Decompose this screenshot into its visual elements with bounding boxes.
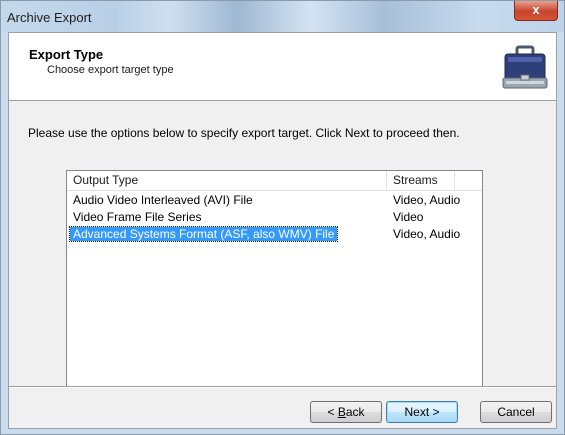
dialog-client-area: Export Type Choose export target type Pl… — [8, 32, 557, 429]
back-label-mnemonic: B — [337, 405, 346, 419]
title-bar[interactable]: Archive Export x — [1, 1, 564, 32]
list-item[interactable]: Audio Video Interleaved (AVI) File Video… — [67, 192, 482, 209]
instructions-text: Please use the options below to specify … — [28, 126, 460, 140]
next-button[interactable]: Next > — [386, 401, 458, 423]
window-title: Archive Export — [7, 10, 92, 25]
list-item[interactable]: Video Frame File Series Video — [67, 209, 482, 226]
cancel-button[interactable]: Cancel — [480, 401, 552, 423]
page-subtitle: Choose export target type — [47, 64, 174, 76]
column-output-type[interactable]: Output Type — [67, 171, 387, 190]
streams-cell: Video, Audio — [393, 227, 461, 241]
column-streams[interactable]: Streams — [387, 171, 455, 190]
archive-export-dialog: Archive Export x Export Type Choose expo… — [0, 0, 565, 435]
list-header: Output Type Streams — [67, 171, 482, 191]
back-button[interactable]: < Back — [310, 401, 382, 423]
wizard-header: Export Type Choose export target type — [9, 33, 556, 101]
back-label-rest: ack — [345, 405, 365, 419]
briefcase-icon — [502, 45, 548, 89]
output-type-list[interactable]: Output Type Streams Audio Video Interlea… — [66, 170, 483, 388]
list-item-selected[interactable]: Advanced Systems Format (ASF, also WMV) … — [67, 226, 482, 243]
streams-cell: Video, Audio — [393, 193, 461, 207]
close-button[interactable]: x — [514, 1, 558, 21]
back-label-prefix: < — [327, 405, 338, 419]
column-empty — [455, 171, 482, 190]
streams-cell: Video — [393, 210, 424, 224]
output-type-cell: Video Frame File Series — [73, 210, 202, 224]
close-icon: x — [532, 2, 540, 17]
output-type-cell: Advanced Systems Format (ASF, also WMV) … — [68, 226, 339, 242]
output-type-cell: Audio Video Interleaved (AVI) File — [73, 193, 253, 207]
page-title: Export Type — [29, 47, 104, 62]
footer-divider — [9, 386, 556, 388]
